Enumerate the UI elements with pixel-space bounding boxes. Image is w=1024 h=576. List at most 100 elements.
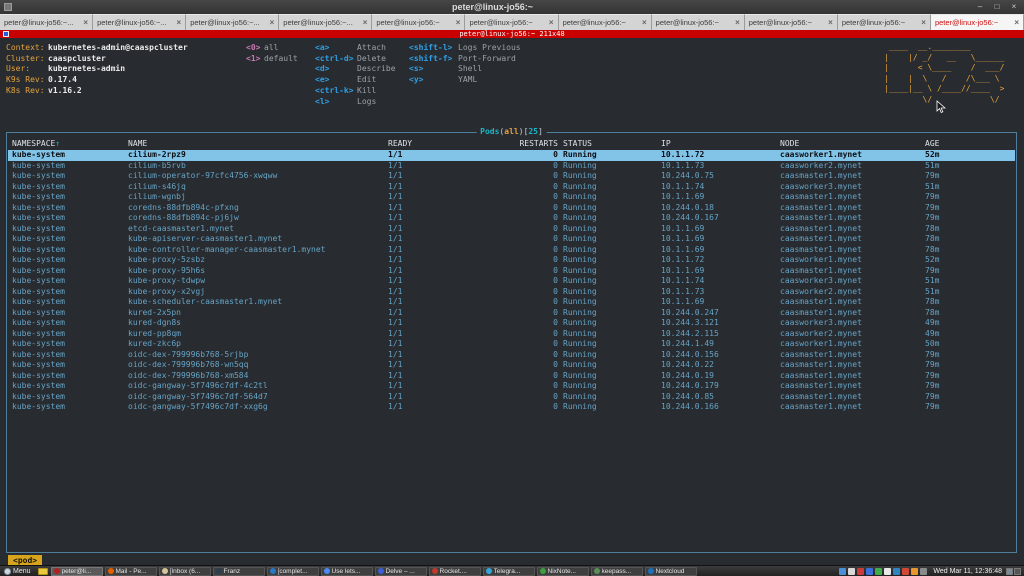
- pod-namespace: kube-system: [12, 213, 65, 222]
- pod-row[interactable]: kube-system oidc-gangway-5f7496c7df-xxg6…: [8, 402, 1015, 413]
- pod-row[interactable]: kube-system oidc-gangway-5f7496c7df-4c2t…: [8, 381, 1015, 392]
- terminal-tab[interactable]: peter@linux-jo56:~ ×: [559, 14, 652, 30]
- pod-restarts: 0: [467, 203, 558, 212]
- terminal-tab[interactable]: peter@linux-jo56:~... ×: [0, 14, 93, 30]
- pod-row[interactable]: kube-system cilium-wgnbj 1/1 0 Running 1…: [8, 192, 1015, 203]
- pods-table: Pods(all)[25] NAMESPACE↑NAMEREADYRESTART…: [6, 132, 1017, 553]
- pod-row[interactable]: kube-system kube-proxy-x2vgj 1/1 0 Runni…: [8, 287, 1015, 298]
- pod-row[interactable]: kube-system kube-proxy-5zsbz 1/1 0 Runni…: [8, 255, 1015, 266]
- pod-ip: 10.244.0.247: [661, 308, 719, 317]
- tab-close-icon[interactable]: ×: [270, 18, 275, 27]
- taskbar-window-button[interactable]: Telegra...: [483, 567, 535, 576]
- pod-name: coredns-88dfb894c-pfxng: [128, 203, 239, 212]
- pod-row[interactable]: kube-system kube-apiserver-caasmaster1.m…: [8, 234, 1015, 245]
- taskbar-window-button[interactable]: Delve – ...: [375, 567, 427, 576]
- taskbar-window-button[interactable]: keepass...: [591, 567, 643, 576]
- pod-row[interactable]: kube-system kured-pp8qm 1/1 0 Running 10…: [8, 329, 1015, 340]
- taskbar-window-button[interactable]: NixNote...: [537, 567, 589, 576]
- tray-icon[interactable]: [893, 568, 900, 575]
- column-header-ready: READY: [388, 139, 412, 148]
- taskbar-window-button[interactable]: [complet...: [267, 567, 319, 576]
- pod-row[interactable]: kube-system cilium-2rpz9 1/1 0 Running 1…: [8, 150, 1015, 161]
- terminal-tab[interactable]: peter@linux-jo56:~ ×: [652, 14, 745, 30]
- pod-ip: 10.1.1.72: [661, 255, 704, 264]
- workspace-2[interactable]: [1014, 568, 1021, 575]
- pod-row[interactable]: kube-system cilium-b5rvb 1/1 0 Running 1…: [8, 161, 1015, 172]
- window-title: peter@linux-jo56:~: [12, 2, 973, 12]
- terminal-tab[interactable]: peter@linux-jo56:~ ×: [465, 14, 558, 30]
- terminal-tab[interactable]: peter@linux-jo56:~ ×: [745, 14, 838, 30]
- hotkey: <d>: [315, 64, 329, 73]
- pod-row[interactable]: kube-system kured-2x5pn 1/1 0 Running 10…: [8, 308, 1015, 319]
- tray-icon[interactable]: [839, 568, 846, 575]
- pod-age: 79m: [925, 392, 939, 401]
- terminal-tab[interactable]: peter@linux-jo56:~... ×: [186, 14, 279, 30]
- menu-icon: [4, 568, 11, 575]
- terminal-content[interactable]: Context:kubernetes-admin@caaspclusterClu…: [0, 38, 1024, 565]
- tray-icon[interactable]: [911, 568, 918, 575]
- tray-icon[interactable]: [857, 568, 864, 575]
- tray-icon[interactable]: [866, 568, 873, 575]
- tab-close-icon[interactable]: ×: [83, 18, 88, 27]
- taskbar-clock[interactable]: Wed Mar 11, 12:36:48: [933, 568, 1002, 575]
- taskbar-window-button[interactable]: Franz: [213, 567, 265, 576]
- taskbar-window-button[interactable]: Mail - Pe...: [105, 567, 157, 576]
- folder-icon[interactable]: [38, 568, 48, 575]
- tab-close-icon[interactable]: ×: [177, 18, 182, 27]
- workspace-switcher[interactable]: [1006, 568, 1021, 575]
- terminal-tab[interactable]: peter@linux-jo56:~... ×: [279, 14, 372, 30]
- terminal-tab[interactable]: peter@linux-jo56:~ ×: [838, 14, 931, 30]
- maximize-button[interactable]: □: [990, 2, 1004, 12]
- pod-row[interactable]: kube-system oidc-dex-799996b768-wn5qq 1/…: [8, 360, 1015, 371]
- tray-icon[interactable]: [920, 568, 927, 575]
- pod-row[interactable]: kube-system coredns-88dfb894c-pfxng 1/1 …: [8, 203, 1015, 214]
- pod-row[interactable]: kube-system kured-zkc6p 1/1 0 Running 10…: [8, 339, 1015, 350]
- pod-node: caasmaster1.mynet: [780, 234, 862, 243]
- pod-row[interactable]: kube-system kube-controller-manager-caas…: [8, 245, 1015, 256]
- pod-row[interactable]: kube-system kube-scheduler-caasmaster1.m…: [8, 297, 1015, 308]
- pod-row[interactable]: kube-system cilium-operator-97cfc4756-xw…: [8, 171, 1015, 182]
- minimize-button[interactable]: –: [973, 2, 987, 12]
- terminal-tab[interactable]: peter@linux-jo56:~... ×: [93, 14, 186, 30]
- pod-row[interactable]: kube-system kube-proxy-95h6s 1/1 0 Runni…: [8, 266, 1015, 277]
- pod-row[interactable]: kube-system kube-proxy-tdwpw 1/1 0 Runni…: [8, 276, 1015, 287]
- taskbar-window-button[interactable]: Use lets...: [321, 567, 373, 576]
- tray-icon[interactable]: [875, 568, 882, 575]
- tray-icon[interactable]: [902, 568, 909, 575]
- pod-row[interactable]: kube-system cilium-s46jq 1/1 0 Running 1…: [8, 182, 1015, 193]
- taskbar-window-button[interactable]: peter@li...: [51, 567, 103, 576]
- pod-name: oidc-gangway-5f7496c7df-xxg6g: [128, 402, 268, 411]
- tab-close-icon[interactable]: ×: [549, 18, 554, 27]
- pod-row[interactable]: kube-system kured-dgn8s 1/1 0 Running 10…: [8, 318, 1015, 329]
- workspace-1[interactable]: [1006, 568, 1013, 575]
- taskbar-window-button[interactable]: Nextcloud: [645, 567, 697, 576]
- taskbar-window-button[interactable]: Rocket....: [429, 567, 481, 576]
- tab-close-icon[interactable]: ×: [642, 18, 647, 27]
- pod-row[interactable]: kube-system coredns-88dfb894c-pj6jw 1/1 …: [8, 213, 1015, 224]
- tab-close-icon[interactable]: ×: [1014, 18, 1019, 27]
- tab-close-icon[interactable]: ×: [828, 18, 833, 27]
- applications-menu-button[interactable]: Menu: [0, 566, 35, 576]
- pod-row[interactable]: kube-system oidc-dex-799996b768-xm584 1/…: [8, 371, 1015, 382]
- close-button[interactable]: ×: [1007, 2, 1021, 12]
- tray-icon[interactable]: [848, 568, 855, 575]
- pod-ip: 10.244.1.49: [661, 339, 714, 348]
- task-label: Rocket....: [440, 568, 467, 575]
- pod-row[interactable]: kube-system oidc-gangway-5f7496c7df-564d…: [8, 392, 1015, 403]
- pod-row[interactable]: kube-system oidc-dex-799996b768-5rjbp 1/…: [8, 350, 1015, 361]
- pod-age: 51m: [925, 182, 939, 191]
- tab-close-icon[interactable]: ×: [456, 18, 461, 27]
- tab-close-icon[interactable]: ×: [921, 18, 926, 27]
- pod-row[interactable]: kube-system etcd-caasmaster1.mynet 1/1 0…: [8, 224, 1015, 235]
- tray-icon[interactable]: [884, 568, 891, 575]
- pod-namespace: kube-system: [12, 224, 65, 233]
- terminal-tab[interactable]: peter@linux-jo56:~ ×: [372, 14, 465, 30]
- taskbar-window-button[interactable]: [Inbox (6...: [159, 567, 211, 576]
- tab-close-icon[interactable]: ×: [735, 18, 740, 27]
- pod-ready: 1/1: [388, 371, 402, 380]
- pod-namespace: kube-system: [12, 308, 65, 317]
- tab-close-icon[interactable]: ×: [363, 18, 368, 27]
- hotkey: <ctrl-d>: [315, 54, 354, 63]
- pod-ip: 10.244.2.115: [661, 329, 719, 338]
- terminal-tab[interactable]: peter@linux-jo56:~ ×: [931, 14, 1024, 30]
